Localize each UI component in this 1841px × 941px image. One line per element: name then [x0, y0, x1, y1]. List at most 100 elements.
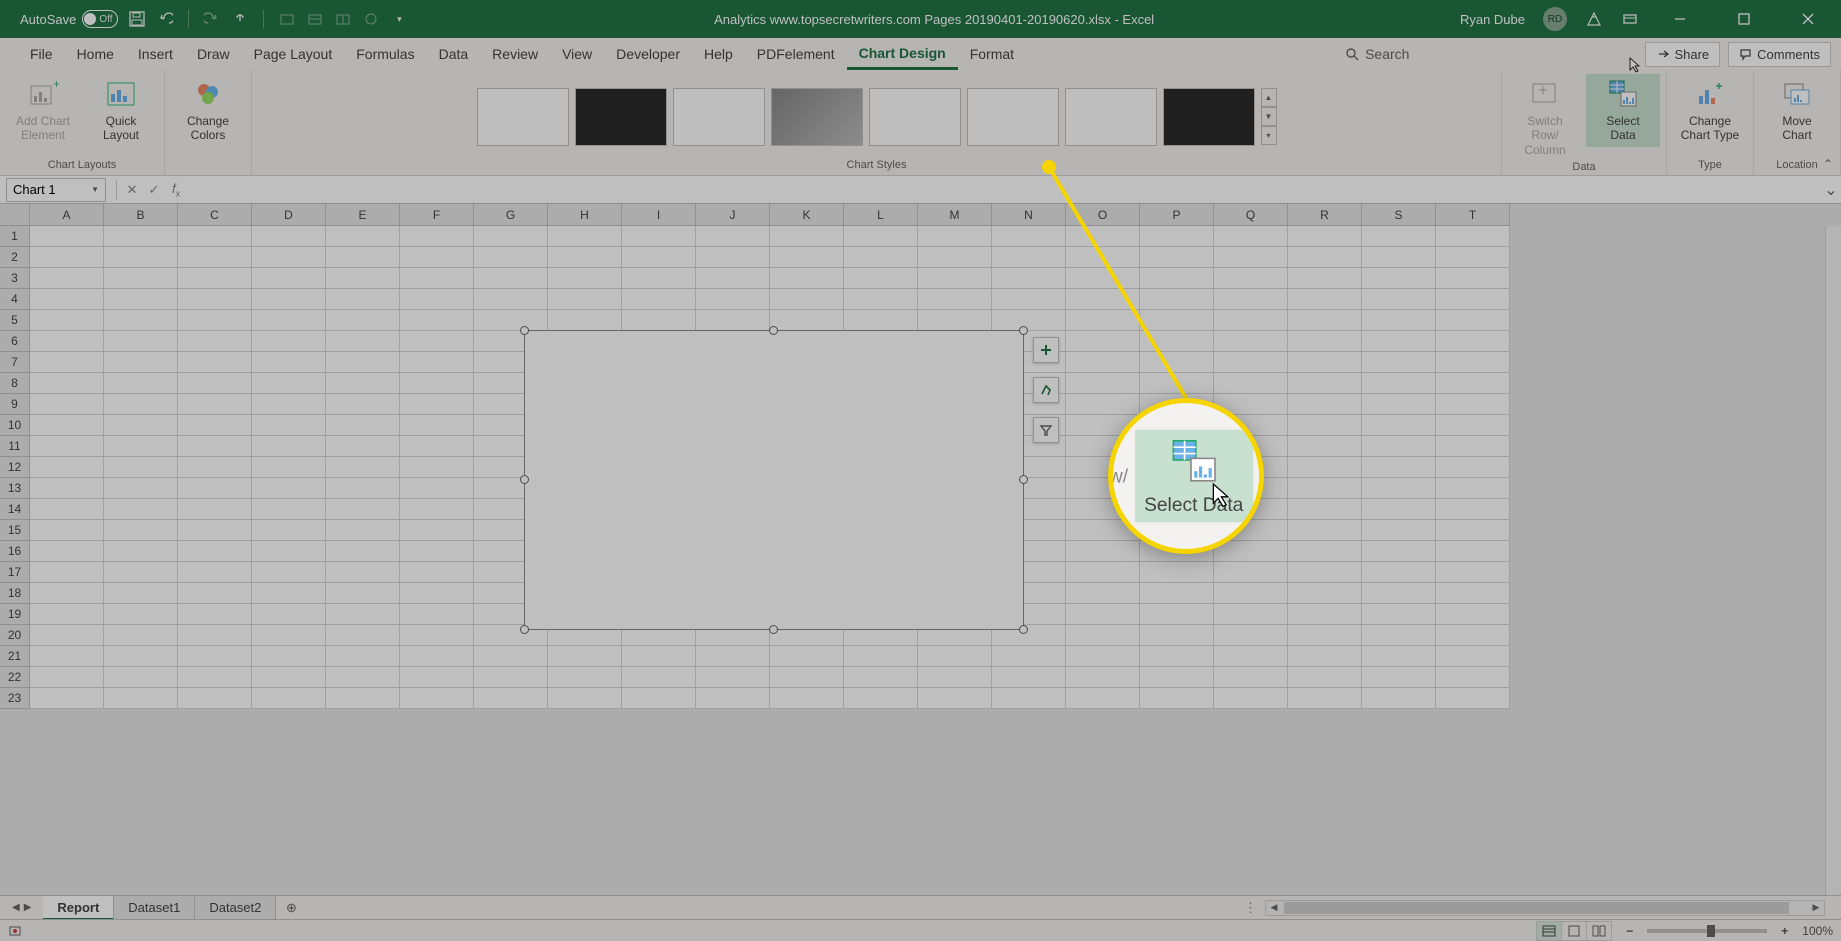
formula-input[interactable]	[187, 178, 1821, 202]
cell[interactable]	[1140, 646, 1214, 667]
cell[interactable]	[326, 499, 400, 520]
row-header[interactable]: 21	[0, 646, 30, 667]
column-header[interactable]: I	[622, 204, 696, 226]
cell[interactable]	[1362, 499, 1436, 520]
column-header[interactable]: D	[252, 204, 326, 226]
cell[interactable]	[178, 520, 252, 541]
cell[interactable]	[1214, 541, 1288, 562]
cell[interactable]	[326, 646, 400, 667]
cell[interactable]	[1362, 478, 1436, 499]
cell[interactable]	[1288, 289, 1362, 310]
cell[interactable]	[1362, 247, 1436, 268]
cell[interactable]	[252, 457, 326, 478]
cell[interactable]	[1362, 562, 1436, 583]
tab-file[interactable]: File	[18, 38, 65, 70]
cell[interactable]	[252, 499, 326, 520]
cell[interactable]	[1362, 394, 1436, 415]
cell[interactable]	[400, 289, 474, 310]
cell[interactable]	[1140, 562, 1214, 583]
cell[interactable]	[326, 373, 400, 394]
cell[interactable]	[1362, 268, 1436, 289]
cell[interactable]	[1140, 583, 1214, 604]
ribbon-display-icon[interactable]	[1621, 10, 1639, 28]
cell[interactable]	[178, 541, 252, 562]
row-header[interactable]: 13	[0, 478, 30, 499]
worksheet-grid[interactable]: ABCDEFGHIJKLMNOPQRST 1234567891011121314…	[0, 204, 1841, 924]
cell[interactable]	[252, 415, 326, 436]
cell[interactable]	[104, 541, 178, 562]
select-data-button[interactable]: Select Data	[1586, 74, 1660, 147]
tab-draw[interactable]: Draw	[185, 38, 242, 70]
cell[interactable]	[326, 457, 400, 478]
cell[interactable]	[548, 646, 622, 667]
cell[interactable]	[30, 394, 104, 415]
cell[interactable]	[326, 541, 400, 562]
sheet-nav-prev-icon[interactable]: ◀	[12, 902, 20, 913]
column-header[interactable]: B	[104, 204, 178, 226]
cancel-formula-icon[interactable]: ✕	[121, 182, 143, 198]
tab-home[interactable]: Home	[65, 38, 126, 70]
cell[interactable]	[1140, 625, 1214, 646]
cell[interactable]	[1362, 520, 1436, 541]
chart-style-1[interactable]	[477, 88, 569, 146]
cell[interactable]	[1362, 415, 1436, 436]
touch-mode-icon[interactable]	[231, 10, 249, 28]
cell[interactable]	[548, 268, 622, 289]
cell[interactable]	[1436, 289, 1510, 310]
cell[interactable]	[622, 226, 696, 247]
cell[interactable]	[326, 520, 400, 541]
cell[interactable]	[1436, 520, 1510, 541]
cell[interactable]	[252, 541, 326, 562]
cell[interactable]	[1214, 667, 1288, 688]
cell[interactable]	[30, 625, 104, 646]
tab-data[interactable]: Data	[427, 38, 481, 70]
cell[interactable]	[400, 373, 474, 394]
row-header[interactable]: 3	[0, 268, 30, 289]
cell[interactable]	[992, 667, 1066, 688]
cell[interactable]	[844, 688, 918, 709]
cell[interactable]	[252, 436, 326, 457]
cell[interactable]	[178, 289, 252, 310]
cell[interactable]	[30, 373, 104, 394]
cell[interactable]	[1066, 247, 1140, 268]
cell[interactable]	[474, 310, 548, 331]
cell[interactable]	[30, 499, 104, 520]
cell[interactable]	[252, 352, 326, 373]
cell[interactable]	[326, 331, 400, 352]
column-header[interactable]: F	[400, 204, 474, 226]
cell[interactable]	[1288, 457, 1362, 478]
cell[interactable]	[474, 646, 548, 667]
cell[interactable]	[30, 583, 104, 604]
row-header[interactable]: 22	[0, 667, 30, 688]
cell[interactable]	[252, 688, 326, 709]
cell[interactable]	[696, 310, 770, 331]
chart-style-6[interactable]	[967, 88, 1059, 146]
cell[interactable]	[326, 667, 400, 688]
cell[interactable]	[992, 688, 1066, 709]
cell[interactable]	[1288, 583, 1362, 604]
cell[interactable]	[474, 688, 548, 709]
cell[interactable]	[30, 688, 104, 709]
cell[interactable]	[992, 268, 1066, 289]
cell[interactable]	[1140, 331, 1214, 352]
cell[interactable]	[992, 646, 1066, 667]
cell[interactable]	[326, 310, 400, 331]
cell[interactable]	[1362, 373, 1436, 394]
cell[interactable]	[918, 247, 992, 268]
cell[interactable]	[326, 268, 400, 289]
cell[interactable]	[622, 667, 696, 688]
cell[interactable]	[1362, 646, 1436, 667]
cell[interactable]	[1214, 268, 1288, 289]
cell[interactable]	[548, 247, 622, 268]
cell[interactable]	[1066, 226, 1140, 247]
cell[interactable]	[1288, 688, 1362, 709]
cell[interactable]	[104, 331, 178, 352]
qat-item-2-icon[interactable]	[306, 10, 324, 28]
cell[interactable]	[1436, 541, 1510, 562]
cell[interactable]	[104, 289, 178, 310]
cell[interactable]	[696, 268, 770, 289]
cell[interactable]	[326, 562, 400, 583]
cell[interactable]	[1140, 268, 1214, 289]
normal-view-button[interactable]	[1536, 921, 1562, 941]
cell[interactable]	[30, 310, 104, 331]
